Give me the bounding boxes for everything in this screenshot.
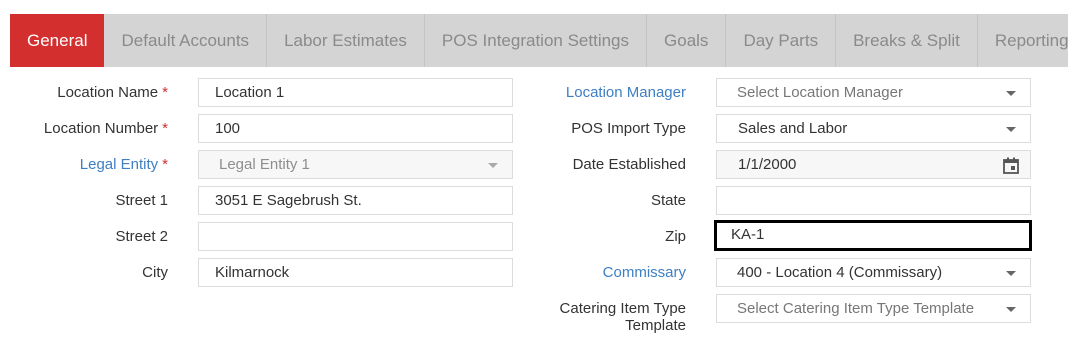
required-marker: * [162, 120, 168, 137]
legal-entity-select[interactable]: Legal Entity 1 [198, 150, 513, 179]
pos-import-type-select[interactable]: Sales and Labor [716, 114, 1031, 143]
tab-default-accounts[interactable]: Default Accounts [104, 14, 268, 67]
location-number-input[interactable]: 100 [198, 114, 513, 143]
chevron-down-icon [488, 163, 498, 168]
commissary-label[interactable]: Commissary [603, 264, 686, 281]
catering-template-label-line2: Template [625, 317, 686, 334]
chevron-down-icon [1006, 91, 1016, 96]
tab-goals[interactable]: Goals [647, 14, 727, 67]
tab-bar: General Default Accounts Labor Estimates… [10, 14, 1068, 67]
legal-entity-label-text: Legal Entity [79, 156, 159, 173]
chevron-down-icon [1006, 307, 1016, 312]
location-name-input[interactable]: Location 1 [198, 78, 513, 107]
city-label: City [142, 264, 168, 281]
pos-import-type-label: POS Import Type [571, 120, 686, 137]
location-manager-label[interactable]: Location Manager [566, 84, 686, 101]
tab-labor-estimates[interactable]: Labor Estimates [267, 14, 425, 67]
street2-label: Street 2 [115, 228, 168, 245]
commissary-select[interactable]: 400 - Location 4 (Commissary) [716, 258, 1031, 287]
location-manager-placeholder: Select Location Manager [737, 84, 903, 101]
catering-template-label-line1: Catering Item Type [559, 300, 686, 317]
location-name-label-text: Location Name [57, 84, 159, 101]
date-established-label: Date Established [572, 156, 686, 173]
catering-template-select[interactable]: Select Catering Item Type Template [716, 294, 1031, 323]
commissary-value: 400 - Location 4 (Commissary) [737, 264, 943, 281]
required-marker: * [162, 84, 168, 101]
location-number-label-text: Location Number [43, 120, 159, 137]
tab-breaks-split[interactable]: Breaks & Split [836, 14, 978, 67]
street1-input[interactable]: 3051 E Sagebrush St. [198, 186, 513, 215]
legal-entity-label[interactable]: Legal Entity * [80, 156, 168, 173]
zip-label: Zip [665, 228, 686, 245]
state-input[interactable] [716, 186, 1031, 215]
tab-reporting-categories[interactable]: Reporting Categ [978, 14, 1068, 67]
street1-label: Street 1 [115, 192, 168, 209]
city-input[interactable]: Kilmarnock [198, 258, 513, 287]
legal-entity-value: Legal Entity 1 [219, 156, 310, 173]
state-label: State [650, 192, 686, 209]
date-established-input[interactable]: 1/1/2000 [716, 150, 1031, 179]
location-manager-select[interactable]: Select Location Manager [716, 78, 1031, 107]
location-name-label: Location Name * [57, 84, 168, 101]
required-marker: * [162, 156, 168, 173]
catering-template-label: Catering Item Type Template [560, 300, 686, 334]
chevron-down-icon [1006, 271, 1016, 276]
tab-day-parts[interactable]: Day Parts [726, 14, 837, 67]
zip-input[interactable]: KA-1 [714, 220, 1032, 251]
tab-pos-integration-settings[interactable]: POS Integration Settings [425, 14, 648, 67]
pos-import-type-value: Sales and Labor [738, 120, 848, 137]
calendar-icon[interactable] [1003, 157, 1019, 174]
street2-input[interactable] [198, 222, 513, 251]
catering-template-placeholder: Select Catering Item Type Template [737, 300, 975, 317]
location-number-label: Location Number * [44, 120, 168, 137]
tab-general[interactable]: General [10, 14, 105, 67]
date-established-value: 1/1/2000 [738, 156, 797, 173]
chevron-down-icon [1006, 127, 1016, 132]
